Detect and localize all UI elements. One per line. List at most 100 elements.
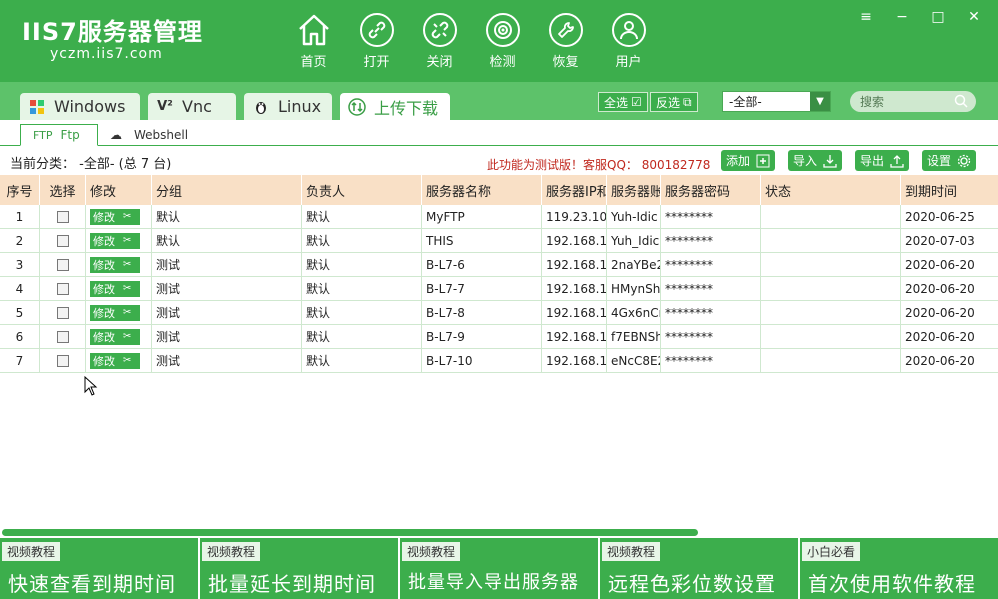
edit-button[interactable]: 修改 ✂ [90, 280, 140, 297]
maximize-icon[interactable]: □ [920, 6, 956, 28]
nav-restore[interactable]: 恢复 [534, 13, 597, 70]
invert-select-button[interactable]: 反选 ⧉ [650, 92, 698, 112]
col-server-ip[interactable]: 服务器IP和 [542, 175, 607, 205]
nav-open[interactable]: 打开 [345, 13, 408, 70]
nav-detect[interactable]: 检测 [471, 13, 534, 70]
select-all-label: 全选 [604, 95, 629, 110]
tutorial-bar: 视频教程 快速查看到期时间 视频教程 批量延长到期时间 视频教程 批量导入导出服… [0, 538, 998, 599]
cell-server-account: f7EBNSh [607, 325, 661, 348]
search-input[interactable]: 搜索 [850, 91, 976, 112]
menu-icon[interactable]: ≡ [848, 6, 884, 28]
tutorial-card-5[interactable]: 小白必看 首次使用软件教程 [800, 538, 998, 599]
col-group[interactable]: 分组 [152, 175, 302, 205]
cell-status [761, 349, 901, 372]
tools-icon: ✂ [123, 283, 132, 294]
edit-label: 修改 [93, 330, 115, 344]
edit-label: 修改 [93, 354, 115, 368]
search-icon[interactable] [954, 94, 968, 111]
category-select[interactable]: -全部- ▼ [722, 91, 831, 112]
col-server-password[interactable]: 服务器密码 [661, 175, 761, 205]
chevron-down-icon[interactable]: ▼ [810, 92, 830, 111]
cell-group: 测试 [152, 349, 302, 372]
settings-button[interactable]: 设置 [922, 150, 977, 171]
cell-server-password: ******** [661, 205, 761, 228]
cell-select [40, 229, 86, 252]
tab-windows[interactable]: Windows [20, 93, 140, 120]
table-row[interactable]: 6 修改 ✂ 测试 默认 B-L7-9 192.168.1. f7EBNSh ******** 2… [0, 325, 998, 349]
add-button[interactable]: 添加 [721, 150, 776, 171]
edit-button[interactable]: 修改 ✂ [90, 256, 140, 273]
import-button[interactable]: 导入 [788, 150, 843, 171]
col-no[interactable]: 序号 [0, 175, 40, 205]
col-expire[interactable]: 到期时间 [901, 175, 998, 205]
tab-vnc[interactable]: V² Vnc [148, 93, 236, 120]
tutorial-card-2[interactable]: 视频教程 批量延长到期时间 [200, 538, 398, 599]
col-server-account[interactable]: 服务器账 [607, 175, 661, 205]
select-all-button[interactable]: 全选 ☑ [598, 92, 648, 112]
cell-edit: 修改 ✂ [86, 229, 152, 252]
cell-select [40, 253, 86, 276]
row-checkbox[interactable] [56, 210, 69, 223]
table-row[interactable]: 3 修改 ✂ 测试 默认 B-L7-6 192.168.1. 2naYBe2 ******** 2… [0, 253, 998, 277]
nav-user-label: 用户 [615, 55, 642, 70]
table-row[interactable]: 7 修改 ✂ 测试 默认 B-L7-10 192.168.1. eNcC8E2 ********… [0, 349, 998, 373]
nav-home[interactable]: 首页 [282, 13, 345, 70]
cell-no: 5 [0, 301, 40, 324]
row-checkbox[interactable] [56, 282, 69, 295]
col-status[interactable]: 状态 [761, 175, 901, 205]
table-row[interactable]: 5 修改 ✂ 测试 默认 B-L7-8 192.168.1. 4Gx6nCr ******** 2… [0, 301, 998, 325]
edit-button[interactable]: 修改 ✂ [90, 352, 140, 369]
col-owner[interactable]: 负责人 [302, 175, 422, 205]
tutorial-tag: 视频教程 [402, 542, 461, 561]
subtab-webshell[interactable]: ☁ Webshell [110, 124, 188, 146]
table-row[interactable]: 4 修改 ✂ 测试 默认 B-L7-7 192.168.1. HMynSh ******** 20… [0, 277, 998, 301]
nav-open-label: 打开 [363, 55, 390, 70]
tab-linux[interactable]: Linux [244, 93, 332, 120]
cell-status [761, 325, 901, 348]
subtab-ftp[interactable]: FTP Ftp [20, 124, 98, 146]
minimize-icon[interactable]: − [884, 6, 920, 28]
cell-edit: 修改 ✂ [86, 301, 152, 324]
col-edit[interactable]: 修改 [86, 175, 152, 205]
radar-icon [485, 13, 520, 47]
tutorial-title: 批量导入导出服务器 [408, 572, 579, 593]
invert-icon: ⧉ [683, 94, 692, 109]
nav-detect-label: 检测 [489, 55, 516, 70]
windows-icon [28, 98, 46, 116]
horizontal-scrollbar[interactable] [2, 529, 698, 536]
tutorial-card-4[interactable]: 视频教程 远程色彩位数设置 [600, 538, 798, 599]
edit-button[interactable]: 修改 ✂ [90, 208, 140, 225]
export-label: 导出 [860, 154, 885, 168]
cell-server-password: ******** [661, 325, 761, 348]
nav-user[interactable]: 用户 [597, 13, 660, 70]
row-checkbox[interactable] [56, 258, 69, 271]
edit-button[interactable]: 修改 ✂ [90, 304, 140, 321]
col-server-name[interactable]: 服务器名称 [422, 175, 542, 205]
tutorial-card-1[interactable]: 视频教程 快速查看到期时间 [0, 538, 198, 599]
cell-select [40, 277, 86, 300]
tutorial-title: 首次使用软件教程 [808, 572, 976, 596]
tab-upload-download[interactable]: 上传下载 [340, 93, 450, 120]
row-checkbox[interactable] [56, 330, 69, 343]
export-button[interactable]: 导出 [855, 150, 910, 171]
cell-expire: 2020-06-25 [905, 209, 975, 224]
row-checkbox[interactable] [56, 306, 69, 319]
row-checkbox[interactable] [56, 234, 69, 247]
cell-status [761, 301, 901, 324]
tutorial-card-3[interactable]: 视频教程 批量导入导出服务器 [400, 538, 598, 599]
cell-group: 默认 [152, 205, 302, 228]
edit-button[interactable]: 修改 ✂ [90, 328, 140, 345]
nav-restore-label: 恢复 [552, 55, 579, 70]
cell-owner: 默认 [302, 229, 422, 252]
cell-edit: 修改 ✂ [86, 349, 152, 372]
col-select[interactable]: 选择 [40, 175, 86, 205]
table-row[interactable]: 1修改✂默认默认MyFTP119.23.107Yuh-Idic********2… [0, 205, 998, 229]
cell-no: 2 [0, 229, 40, 252]
cell-owner: 默认 [302, 349, 422, 372]
row-checkbox[interactable] [56, 354, 69, 367]
nav-close[interactable]: 关闭 [408, 13, 471, 70]
cell-server-account: HMynSh [607, 277, 661, 300]
table-row[interactable]: 2 修改 ✂ 默认 默认 THIS 192.168.1. Yuh_Idic ******** 20… [0, 229, 998, 253]
close-icon[interactable]: ✕ [956, 6, 992, 28]
edit-button[interactable]: 修改 ✂ [90, 232, 140, 249]
